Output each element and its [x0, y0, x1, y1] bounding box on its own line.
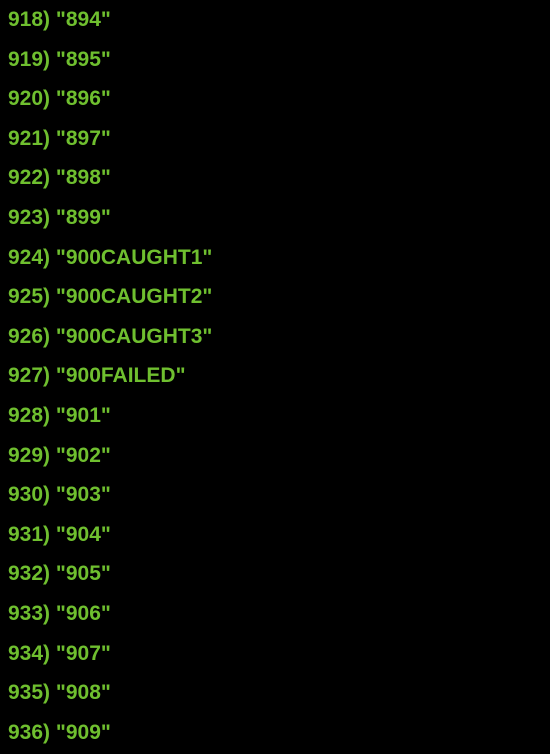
line-end-quote: " [101, 444, 111, 467]
line-value: 900CAUGHT2 [66, 285, 203, 308]
line-end-quote: " [176, 364, 186, 387]
line-separator: ) " [43, 562, 66, 585]
line-separator: ) " [43, 8, 66, 31]
line-separator: ) " [43, 483, 66, 506]
output-line: 918) "894" [8, 0, 542, 40]
output-line: 930) "903" [8, 475, 542, 515]
line-end-quote: " [101, 523, 111, 546]
line-value: 901 [66, 404, 101, 427]
line-value: 897 [66, 127, 101, 150]
line-value: 904 [66, 523, 101, 546]
line-value: 894 [66, 8, 101, 31]
line-index: 928 [8, 404, 43, 427]
line-separator: ) " [43, 364, 66, 387]
line-index: 918 [8, 8, 43, 31]
line-value: 908 [66, 681, 101, 704]
line-end-quote: " [101, 48, 111, 71]
output-line: 919) "895" [8, 40, 542, 80]
output-line: 920) "896" [8, 79, 542, 119]
line-end-quote: " [101, 206, 111, 229]
output-line: 921) "897" [8, 119, 542, 159]
line-index: 923 [8, 206, 43, 229]
output-line: 926) "900CAUGHT3" [8, 317, 542, 357]
line-separator: ) " [43, 444, 66, 467]
line-separator: ) " [43, 48, 66, 71]
line-value: 895 [66, 48, 101, 71]
output-line: 928) "901" [8, 396, 542, 436]
line-index: 929 [8, 444, 43, 467]
line-end-quote: " [101, 642, 111, 665]
line-separator: ) " [43, 523, 66, 546]
line-index: 934 [8, 642, 43, 665]
output-line: 931) "904" [8, 515, 542, 555]
terminal-output: 918) "894"919) "895"920) "896"921) "897"… [8, 0, 542, 752]
output-line: 922) "898" [8, 158, 542, 198]
line-value: 902 [66, 444, 101, 467]
line-end-quote: " [101, 562, 111, 585]
line-index: 925 [8, 285, 43, 308]
output-line: 925) "900CAUGHT2" [8, 277, 542, 317]
line-value: 896 [66, 87, 101, 110]
line-value: 903 [66, 483, 101, 506]
line-value: 900CAUGHT1 [66, 246, 203, 269]
output-line: 923) "899" [8, 198, 542, 238]
line-end-quote: " [101, 87, 111, 110]
line-end-quote: " [101, 166, 111, 189]
output-line: 936) "909" [8, 713, 542, 753]
output-line: 935) "908" [8, 673, 542, 713]
output-line: 932) "905" [8, 554, 542, 594]
line-end-quote: " [202, 285, 212, 308]
line-separator: ) " [43, 206, 66, 229]
line-index: 919 [8, 48, 43, 71]
line-value: 909 [66, 721, 101, 744]
output-line: 933) "906" [8, 594, 542, 634]
line-index: 920 [8, 87, 43, 110]
line-index: 921 [8, 127, 43, 150]
line-end-quote: " [101, 681, 111, 704]
line-value: 898 [66, 166, 101, 189]
line-separator: ) " [43, 87, 66, 110]
line-separator: ) " [43, 325, 66, 348]
output-line: 924) "900CAUGHT1" [8, 238, 542, 278]
line-index: 922 [8, 166, 43, 189]
line-separator: ) " [43, 681, 66, 704]
line-index: 933 [8, 602, 43, 625]
output-line: 934) "907" [8, 634, 542, 674]
line-index: 932 [8, 562, 43, 585]
line-index: 936 [8, 721, 43, 744]
line-value: 907 [66, 642, 101, 665]
line-end-quote: " [101, 404, 111, 427]
line-end-quote: " [202, 325, 212, 348]
line-separator: ) " [43, 404, 66, 427]
line-value: 900CAUGHT3 [66, 325, 203, 348]
line-index: 924 [8, 246, 43, 269]
line-end-quote: " [101, 8, 111, 31]
line-value: 899 [66, 206, 101, 229]
line-separator: ) " [43, 721, 66, 744]
line-end-quote: " [202, 246, 212, 269]
line-index: 935 [8, 681, 43, 704]
line-separator: ) " [43, 246, 66, 269]
line-end-quote: " [101, 127, 111, 150]
line-index: 927 [8, 364, 43, 387]
line-value: 900FAILED [66, 364, 176, 387]
line-index: 931 [8, 523, 43, 546]
line-separator: ) " [43, 166, 66, 189]
line-end-quote: " [101, 483, 111, 506]
line-separator: ) " [43, 285, 66, 308]
output-line: 927) "900FAILED" [8, 356, 542, 396]
line-separator: ) " [43, 642, 66, 665]
line-end-quote: " [101, 721, 111, 744]
line-separator: ) " [43, 127, 66, 150]
line-end-quote: " [101, 602, 111, 625]
line-value: 906 [66, 602, 101, 625]
line-index: 930 [8, 483, 43, 506]
output-line: 929) "902" [8, 436, 542, 476]
line-value: 905 [66, 562, 101, 585]
line-index: 926 [8, 325, 43, 348]
line-separator: ) " [43, 602, 66, 625]
